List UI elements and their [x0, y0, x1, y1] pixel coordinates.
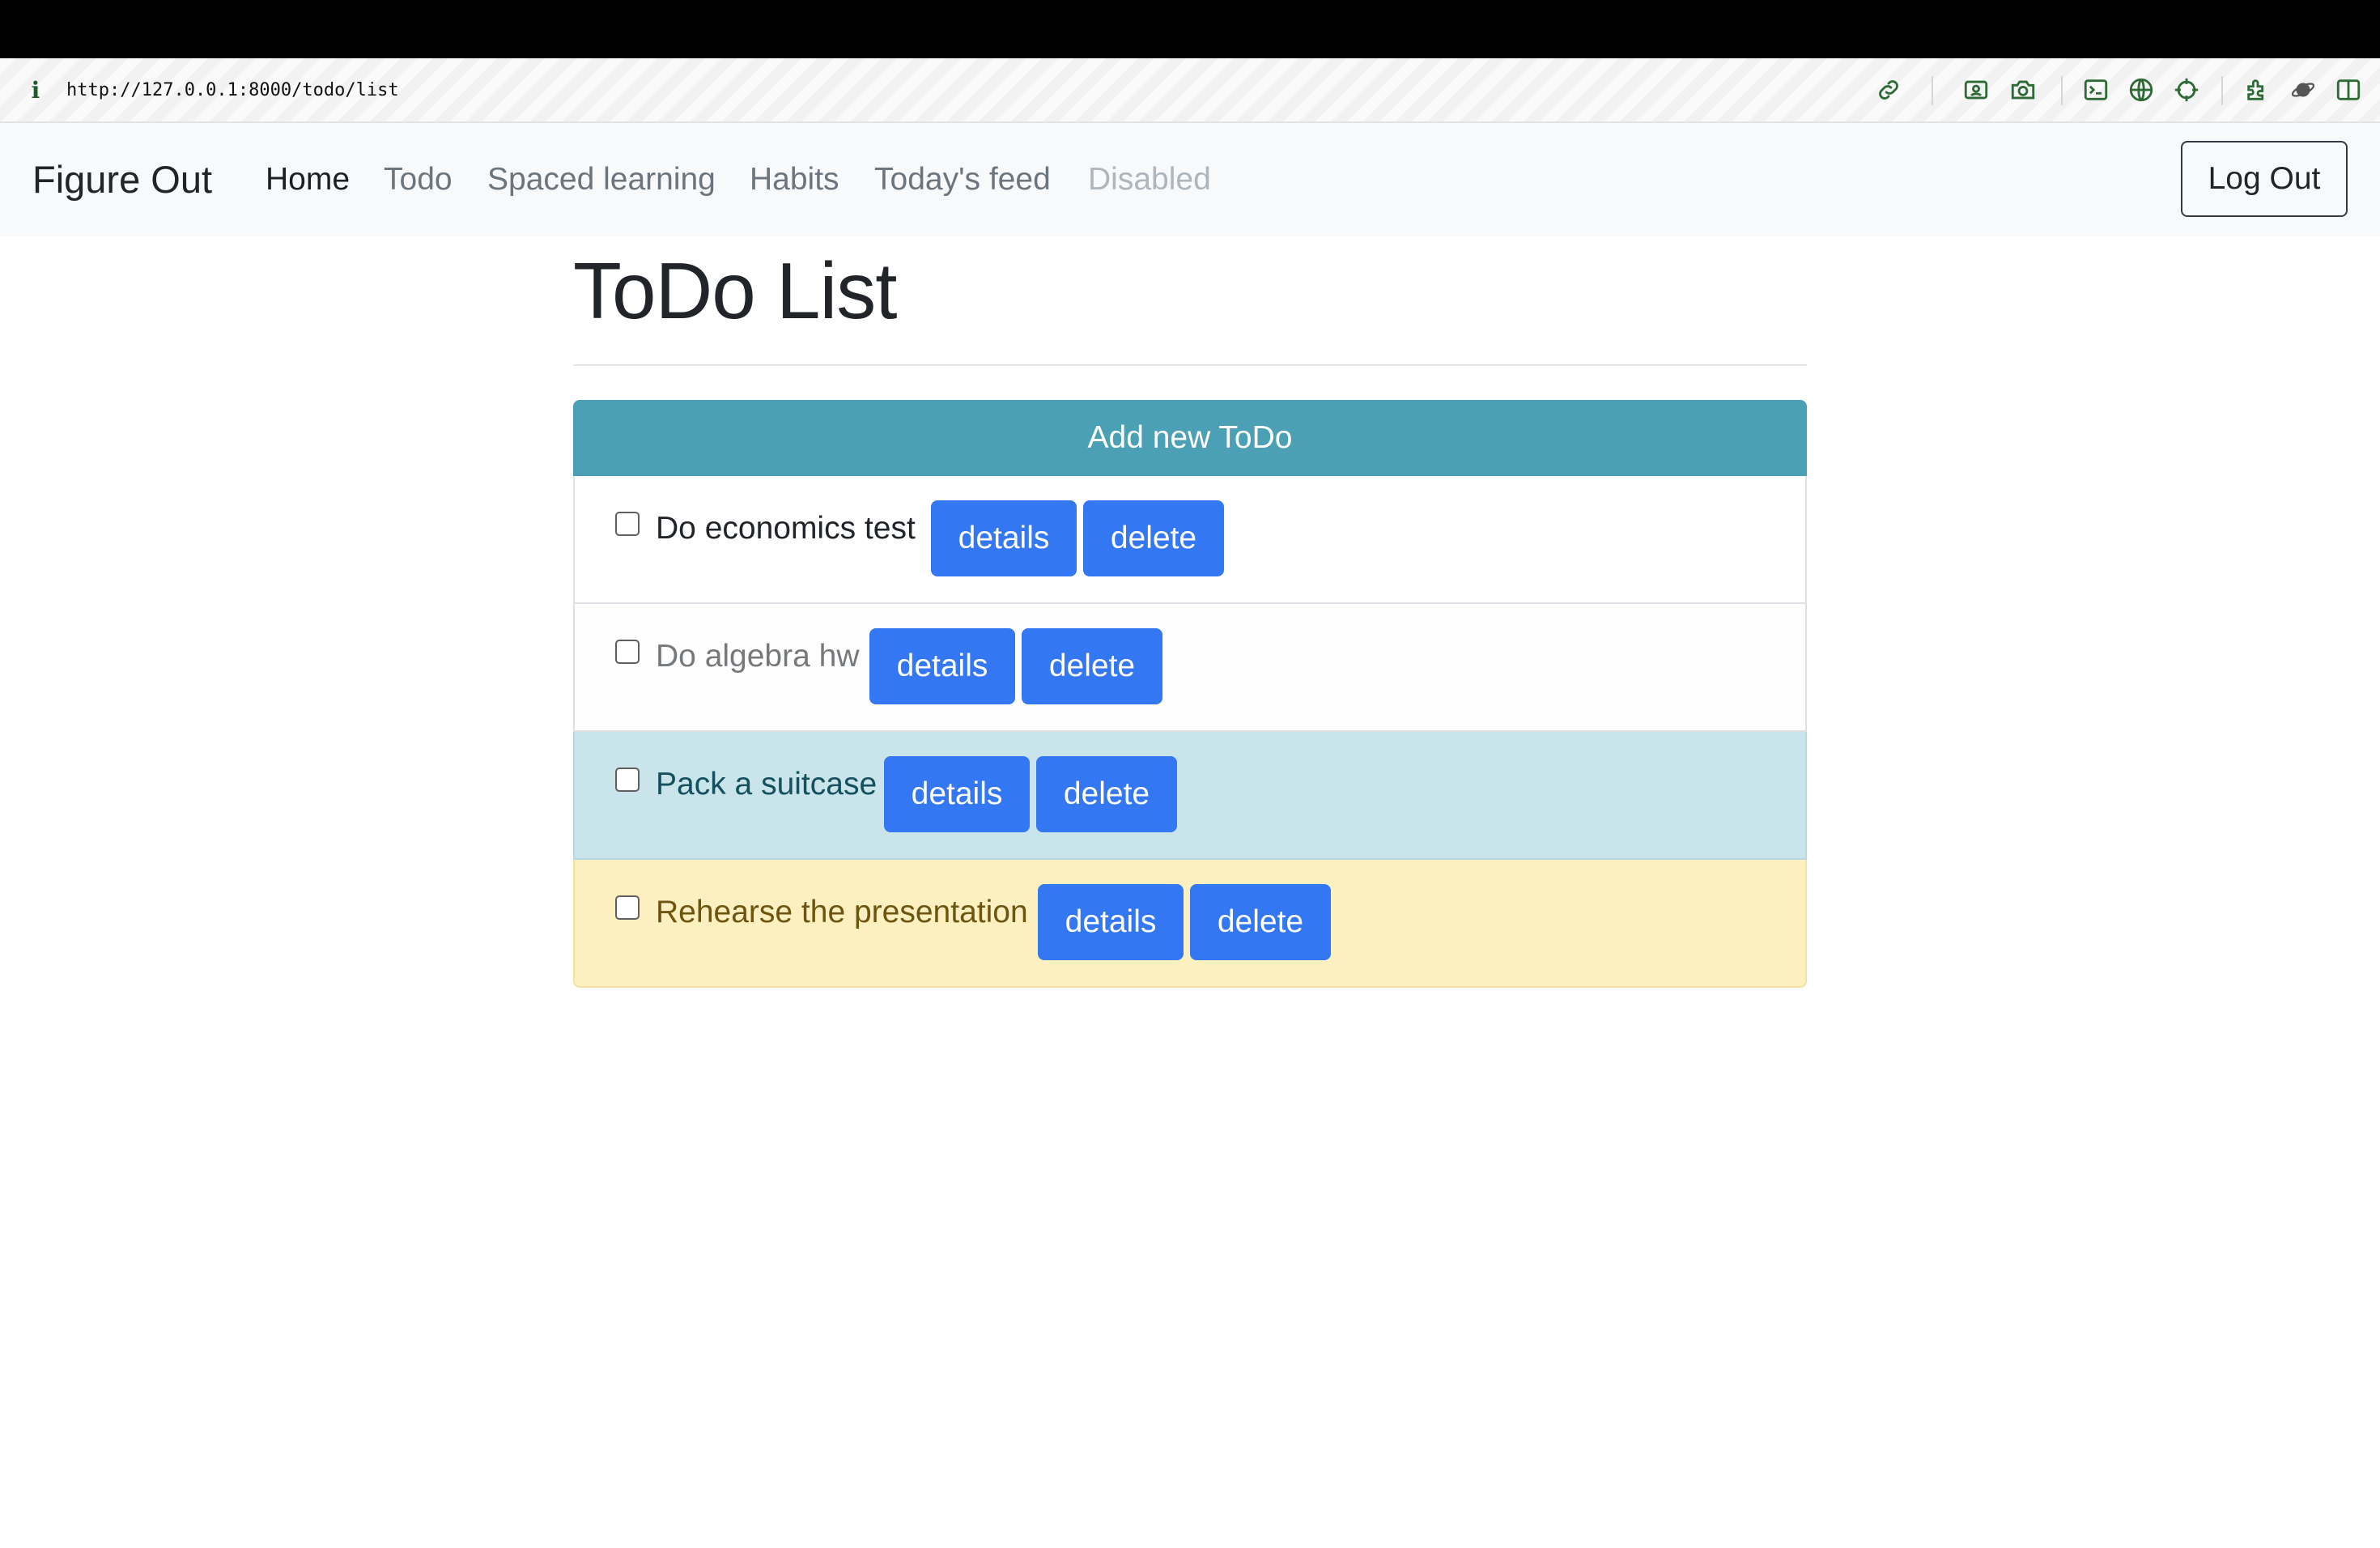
todo-item: Pack a suitcase details delete	[573, 732, 1807, 860]
todo-item: Rehearse the presentation details delete	[573, 860, 1807, 988]
details-button[interactable]: details	[869, 628, 1015, 704]
todo-list: Do economics test details delete Do alge…	[573, 476, 1807, 988]
nav-link-spaced-learning[interactable]: Spaced learning	[487, 155, 716, 204]
screenshot-icon[interactable]	[1962, 76, 1990, 104]
toolbar-divider	[1932, 76, 1933, 105]
details-button[interactable]: details	[931, 500, 1077, 576]
page-title: ToDo List	[573, 246, 898, 335]
split-view-icon[interactable]	[2335, 76, 2362, 104]
nav-link-home[interactable]: Home	[266, 155, 350, 204]
nav-link-todo[interactable]: Todo	[384, 155, 453, 204]
todo-checkbox[interactable]	[615, 640, 640, 664]
delete-button[interactable]: delete	[1190, 884, 1331, 960]
toolbar-divider	[2221, 76, 2223, 105]
add-todo-button[interactable]: Add new ToDo	[573, 400, 1807, 476]
planet-icon[interactable]	[2289, 76, 2317, 104]
brand-logo[interactable]: Figure Out	[32, 155, 212, 204]
delete-button[interactable]: delete	[1036, 756, 1177, 832]
globe-icon[interactable]	[2127, 76, 2155, 104]
todo-item: Do algebra hw details delete	[573, 604, 1807, 732]
extensions-icon[interactable]	[2244, 76, 2272, 104]
todo-checkbox[interactable]	[615, 895, 640, 920]
todo-text: Do economics test	[656, 511, 916, 546]
todo-checkbox[interactable]	[615, 768, 640, 792]
toolbar-divider	[2061, 76, 2063, 105]
todo-text: Do algebra hw	[656, 639, 860, 674]
url-field[interactable]: http://127.0.0.1:8000/todo/list	[66, 78, 399, 104]
camera-icon[interactable]	[2009, 76, 2037, 104]
navbar: Figure Out Home Todo Spaced learning Hab…	[0, 123, 2380, 236]
nav-link-disabled: Disabled	[1088, 162, 1211, 197]
crosshair-icon[interactable]	[2173, 76, 2200, 104]
todo-checkbox[interactable]	[615, 512, 640, 536]
details-button[interactable]: details	[884, 756, 1030, 832]
todo-item: Do economics test details delete	[573, 476, 1807, 604]
todo-text: Pack a suitcase	[656, 767, 878, 802]
logout-button[interactable]: Log Out	[2181, 141, 2348, 217]
screen-top-bar	[0, 0, 2380, 58]
delete-button[interactable]: delete	[1083, 500, 1224, 576]
delete-button[interactable]: delete	[1022, 628, 1162, 704]
info-icon[interactable]: i	[28, 78, 44, 104]
terminal-icon[interactable]	[2082, 76, 2110, 104]
nav-link-todays-feed[interactable]: Today's feed	[874, 155, 1051, 204]
todo-text: Rehearse the presentation	[656, 895, 1028, 929]
link-icon[interactable]	[1875, 76, 1902, 104]
details-button[interactable]: details	[1038, 884, 1184, 960]
nav-link-habits[interactable]: Habits	[750, 155, 839, 204]
title-divider	[573, 364, 1807, 366]
